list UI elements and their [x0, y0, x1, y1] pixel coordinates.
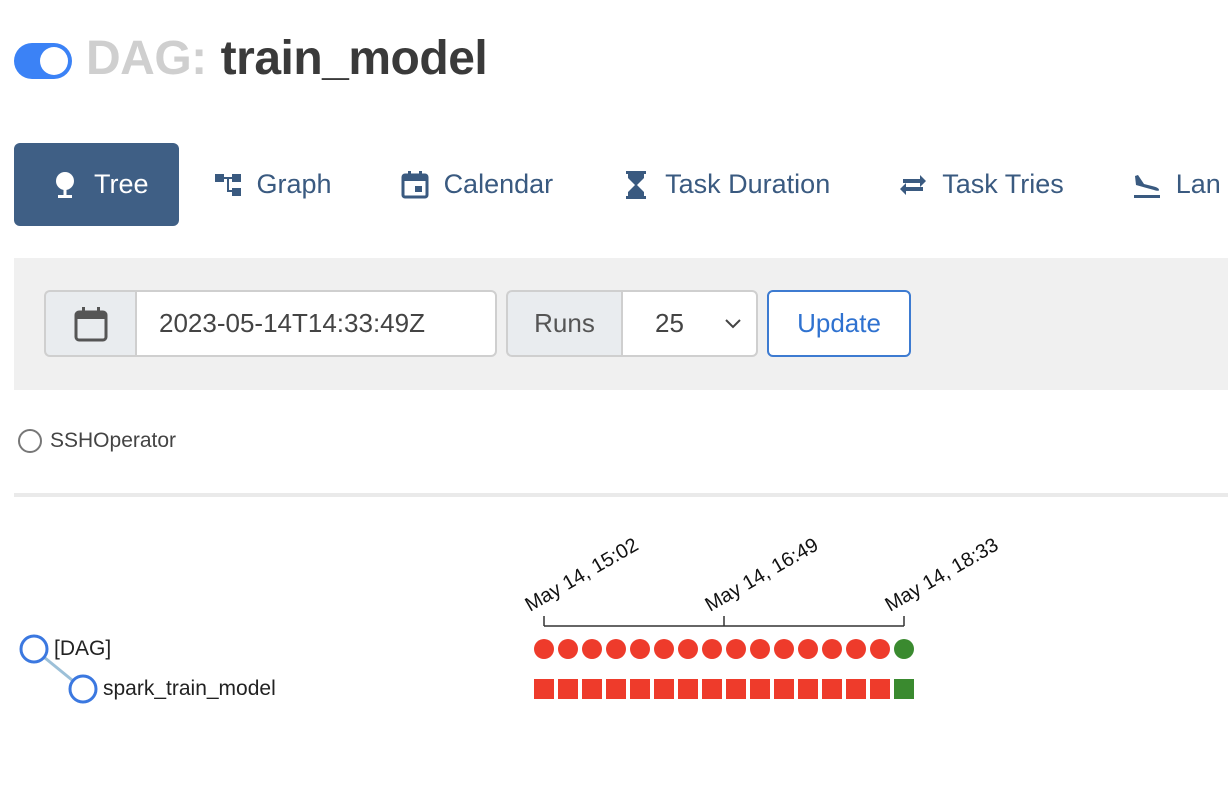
tab-task-tries-label: Task Tries: [942, 169, 1064, 199]
task-instance-failed[interactable]: [534, 679, 554, 699]
runs-select[interactable]: 25: [621, 290, 758, 357]
view-tabs: Tree Graph Calendar Task Duration Task T…: [14, 143, 1228, 226]
dag-pause-toggle[interactable]: [14, 43, 72, 79]
runs-select-value: 25: [655, 308, 684, 338]
dag-run-success[interactable]: [894, 639, 914, 659]
task-instance-failed[interactable]: [582, 679, 602, 699]
task-instance-failed[interactable]: [630, 679, 650, 699]
dag-run-failed[interactable]: [678, 639, 698, 659]
dag-run-failed[interactable]: [798, 639, 818, 659]
tab-tree-label: Tree: [94, 169, 149, 199]
tab-landing-times-label: Lan: [1175, 169, 1221, 199]
task-instance-failed[interactable]: [750, 679, 770, 699]
calendar-icon: [400, 170, 430, 200]
chevron-down-icon: [725, 318, 741, 328]
runs-group: Runs 25: [506, 290, 758, 357]
tab-graph-label: Graph: [256, 169, 332, 199]
dag-run-failed[interactable]: [630, 639, 650, 659]
date-picker-button[interactable]: [44, 290, 135, 357]
task-node-label[interactable]: spark_train_model: [103, 677, 276, 701]
task-instance-failed[interactable]: [702, 679, 722, 699]
task-instance-failed[interactable]: [558, 679, 578, 699]
date-tick-label: May 14, 15:02: [522, 534, 643, 616]
task-instance-failed[interactable]: [822, 679, 842, 699]
dag-run-failed[interactable]: [654, 639, 674, 659]
tree-icon: [50, 170, 80, 200]
base-date-input[interactable]: [135, 290, 497, 357]
task-instance-success[interactable]: [894, 679, 914, 699]
task-instance-failed[interactable]: [846, 679, 866, 699]
filter-bar: Runs 25 Update: [14, 258, 1228, 390]
dag-run-failed[interactable]: [774, 639, 794, 659]
landing-icon: [1132, 170, 1162, 200]
task-instance-failed[interactable]: [654, 679, 674, 699]
hourglass-icon: [621, 170, 651, 200]
dag-title-row: DAG: train_model: [14, 30, 488, 86]
task-instance-failed[interactable]: [870, 679, 890, 699]
task-node[interactable]: [68, 674, 98, 704]
dag-run-failed[interactable]: [702, 639, 722, 659]
dag-run-row: [534, 639, 914, 659]
dag-run-failed[interactable]: [558, 639, 578, 659]
dag-title-prefix: DAG:: [86, 31, 207, 85]
dag-run-failed[interactable]: [846, 639, 866, 659]
tab-calendar[interactable]: Calendar: [366, 143, 588, 226]
base-date-group: [44, 290, 497, 357]
graph-icon: [213, 170, 243, 200]
update-button[interactable]: Update: [767, 290, 911, 357]
task-instance-failed[interactable]: [606, 679, 626, 699]
calendar-icon: [74, 306, 107, 341]
dag-title-name: train_model: [220, 31, 488, 85]
task-instance-failed[interactable]: [798, 679, 818, 699]
dag-run-failed[interactable]: [822, 639, 842, 659]
dag-run-failed[interactable]: [606, 639, 626, 659]
tab-graph[interactable]: Graph: [179, 143, 366, 226]
tab-task-duration[interactable]: Task Duration: [587, 143, 864, 226]
runs-label: Runs: [506, 290, 621, 357]
date-tick-label: May 14, 18:33: [882, 534, 1003, 616]
dag-run-failed[interactable]: [534, 639, 554, 659]
dag-run-failed[interactable]: [582, 639, 602, 659]
task-instance-failed[interactable]: [774, 679, 794, 699]
dag-run-failed[interactable]: [750, 639, 770, 659]
operator-legend-circle: [18, 429, 42, 453]
divider: [14, 493, 1228, 497]
task-instance-failed[interactable]: [726, 679, 746, 699]
dag-node-label: [DAG]: [54, 637, 112, 660]
dag-run-failed[interactable]: [870, 639, 890, 659]
tab-landing-times[interactable]: Lan: [1098, 143, 1228, 226]
toggle-knob: [40, 47, 68, 75]
task-instance-failed[interactable]: [678, 679, 698, 699]
date-axis: May 14, 15:02 May 14, 16:49 May 14, 18:33: [522, 534, 1003, 627]
dag-node[interactable]: [19, 634, 49, 664]
tab-tree[interactable]: Tree: [14, 143, 179, 226]
tab-task-tries[interactable]: Task Tries: [864, 143, 1098, 226]
date-tick-label: May 14, 16:49: [702, 534, 823, 616]
tab-calendar-label: Calendar: [443, 169, 554, 199]
dag-run-failed[interactable]: [726, 639, 746, 659]
repeat-icon: [898, 170, 928, 200]
tree-view: May 14, 15:02 May 14, 16:49 May 14, 18:33: [19, 534, 1003, 704]
operator-legend: SSHOperator: [18, 427, 176, 455]
operator-legend-label: SSHOperator: [50, 429, 177, 452]
task-instance-row: [534, 679, 914, 699]
dag-tree-page: DAG: train_model Tree Graph Calendar Tas…: [0, 0, 1228, 802]
tab-task-duration-label: Task Duration: [665, 169, 831, 199]
